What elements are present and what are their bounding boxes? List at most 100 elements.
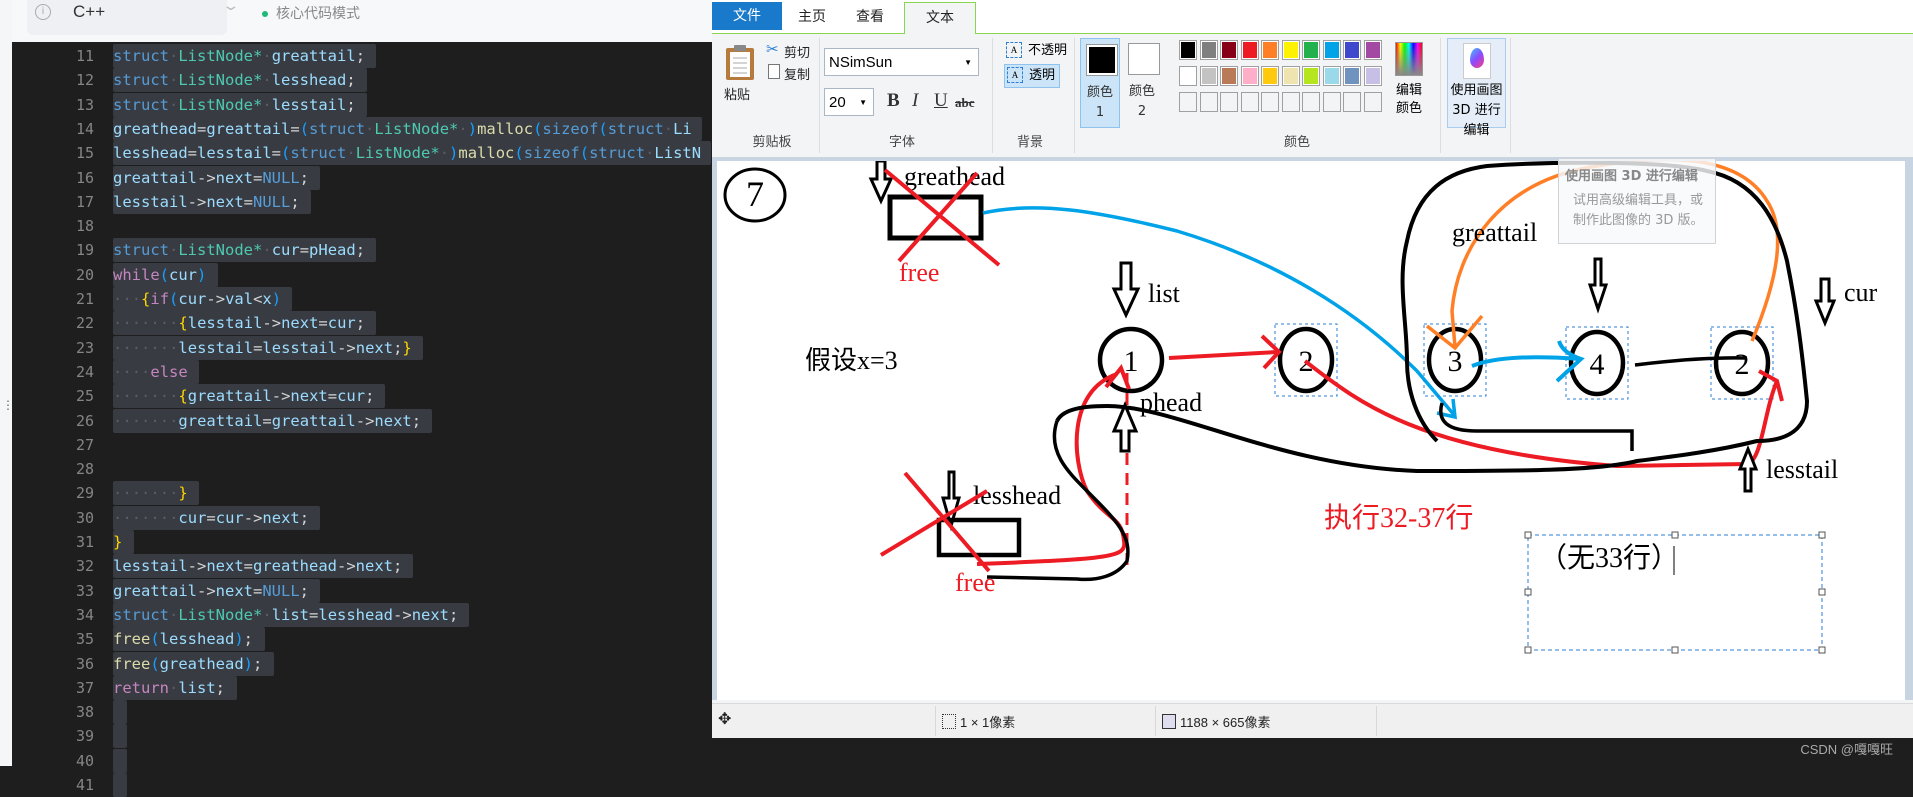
- cur-label: cur: [1844, 278, 1878, 307]
- palette-swatch[interactable]: [1343, 66, 1361, 86]
- resize-grip-icon[interactable]: ⋮: [2, 399, 14, 430]
- color2-button[interactable]: 颜色 2: [1123, 38, 1161, 126]
- italic-button[interactable]: I: [912, 90, 918, 112]
- palette-swatch[interactable]: [1322, 40, 1341, 60]
- bold-button[interactable]: B: [887, 90, 900, 112]
- palette-swatch[interactable]: [1179, 40, 1197, 60]
- transparent-option[interactable]: A 透明: [1004, 64, 1060, 88]
- text-box-content[interactable]: （无33行）: [1539, 542, 1679, 574]
- code-line[interactable]: ···{if(cur->val<x): [113, 287, 281, 311]
- free-label-1: free: [899, 258, 939, 287]
- color1-button[interactable]: 颜色 1: [1080, 38, 1120, 128]
- line-number: 28: [75, 460, 94, 479]
- watermark: CSDN @嘎嘎旺: [1800, 742, 1893, 757]
- palette-swatch[interactable]: [1363, 40, 1382, 60]
- code-line[interactable]: greattail->next=NULL;: [113, 166, 309, 190]
- language-select[interactable]: i C++ ⌄: [27, 0, 240, 35]
- greattail-arrow-icon: [1587, 257, 1609, 314]
- line-number: 31: [75, 533, 94, 551]
- code-line[interactable]: lesshead=lesstail=(struct·ListNode*·)mal…: [113, 141, 701, 165]
- palette-swatch[interactable]: [1302, 92, 1320, 112]
- line-number: 30: [75, 508, 94, 527]
- mode-label: 核心代码模式: [276, 6, 360, 22]
- code-line[interactable]: struct·ListNode*·greattail;: [113, 44, 365, 68]
- phead-label: phead: [1140, 388, 1202, 417]
- underline-button[interactable]: U: [934, 90, 948, 112]
- palette-swatch[interactable]: [1220, 66, 1238, 86]
- palette-swatch[interactable]: [1281, 66, 1300, 86]
- palette-swatch[interactable]: [1261, 92, 1279, 112]
- code-line[interactable]: greattail->next=NULL;: [113, 579, 309, 603]
- code-line[interactable]: lesstail->next=NULL;: [113, 190, 300, 214]
- palette-swatch[interactable]: [1302, 40, 1320, 60]
- greattail-label: greattail: [1452, 218, 1537, 247]
- paint3d-button[interactable]: 使用画图 3D 进行编辑: [1447, 38, 1506, 138]
- palette-swatch[interactable]: [1240, 92, 1259, 112]
- code-line[interactable]: return·list;: [113, 676, 225, 700]
- palette-swatch[interactable]: [1199, 40, 1218, 60]
- code-line[interactable]: ·······}: [113, 481, 188, 505]
- opaque-option[interactable]: A 不透明: [1004, 40, 1080, 62]
- code-line[interactable]: struct·ListNode*·list=lesshead->next;: [113, 603, 458, 627]
- drawing-canvas[interactable]: 7 greathead free 假设x=3 list 12342 phead …: [717, 161, 1905, 700]
- palette-swatch[interactable]: [1240, 40, 1259, 60]
- palette-swatch[interactable]: [1240, 66, 1259, 86]
- palette-swatch[interactable]: [1199, 66, 1218, 86]
- code-line[interactable]: ·······greattail=greattail->next;: [113, 409, 421, 433]
- palette-swatch[interactable]: [1281, 40, 1300, 60]
- palette-swatch[interactable]: [1322, 92, 1341, 112]
- color1-swatch: [1086, 44, 1118, 76]
- palette-swatch[interactable]: [1343, 92, 1361, 112]
- strikethrough-button[interactable]: abc: [955, 95, 975, 111]
- paint-window: 文件 主页 查看 文本 粘贴 ✂ 剪切 复制 剪贴板 NSimSun ▼ 20 ▼ …: [712, 0, 1913, 738]
- code-line[interactable]: struct·ListNode*·lesstail;: [113, 93, 356, 117]
- palette-swatch[interactable]: [1179, 92, 1197, 112]
- palette-swatch[interactable]: [1363, 66, 1382, 86]
- palette-swatch[interactable]: [1302, 66, 1320, 86]
- code-line[interactable]: }: [113, 530, 122, 554]
- code-line[interactable]: ·······{lesstail->next=cur;: [113, 311, 365, 335]
- code-line[interactable]: greathead=greattail=(struct·ListNode*·)m…: [113, 117, 692, 141]
- tooltip-title: 使用画图 3D 进行编辑: [1565, 169, 1698, 184]
- palette-swatch[interactable]: [1363, 92, 1382, 112]
- palette-swatch[interactable]: [1199, 92, 1218, 112]
- line-number: 12: [75, 71, 94, 90]
- code-line[interactable]: struct·ListNode*·lesshead;: [113, 68, 356, 92]
- line-number: 18: [75, 217, 94, 236]
- line-number: 23: [75, 338, 94, 357]
- tab-file[interactable]: 文件: [712, 2, 782, 30]
- palette-swatch[interactable]: [1220, 40, 1238, 60]
- code-line[interactable]: ·······lesstail=lesstail->next;}: [113, 336, 412, 360]
- dropdown-arrow-icon: ▼: [859, 98, 867, 107]
- code-line[interactable]: lesstail->next=greathead->next;: [113, 554, 402, 578]
- tab-home[interactable]: 主页: [782, 2, 842, 32]
- line-number: 14: [75, 119, 94, 138]
- code-line[interactable]: free(lesshead);: [113, 627, 253, 651]
- palette-swatch[interactable]: [1322, 66, 1341, 86]
- cut-button[interactable]: ✂ 剪切: [766, 40, 816, 61]
- palette-swatch[interactable]: [1179, 66, 1197, 86]
- code-line[interactable]: ····else: [113, 360, 188, 384]
- code-line[interactable]: struct·ListNode*·cur=pHead;: [113, 238, 365, 262]
- paste-button[interactable]: 粘贴: [722, 36, 758, 103]
- code-line[interactable]: free(greathead);: [113, 652, 262, 676]
- font-family-select[interactable]: NSimSun ▼: [824, 48, 979, 76]
- code-editor[interactable]: 11 struct·ListNode*·greattail; 12 struct·Li…: [12, 42, 712, 797]
- palette-swatch[interactable]: [1220, 92, 1238, 112]
- dropdown-arrow-icon: ▼: [964, 58, 972, 67]
- tab-text[interactable]: 文本: [904, 2, 976, 34]
- tab-view[interactable]: 查看: [840, 2, 900, 32]
- swatch-fill: [1263, 68, 1277, 84]
- swatch-fill: [1365, 42, 1380, 58]
- edit-colors-button[interactable]: 编辑颜色: [1394, 42, 1424, 122]
- font-size-select[interactable]: 20 ▼: [824, 88, 874, 116]
- greathead-label: greathead: [904, 162, 1005, 191]
- code-line[interactable]: while(cur): [113, 263, 206, 287]
- palette-swatch[interactable]: [1261, 66, 1279, 86]
- code-line[interactable]: ·······{greattail->next=cur;: [113, 384, 374, 408]
- copy-button[interactable]: 复制: [766, 64, 816, 83]
- palette-swatch[interactable]: [1343, 40, 1361, 60]
- palette-swatch[interactable]: [1281, 92, 1300, 112]
- palette-swatch[interactable]: [1261, 40, 1279, 60]
- code-line[interactable]: ·······cur=cur->next;: [113, 506, 309, 530]
